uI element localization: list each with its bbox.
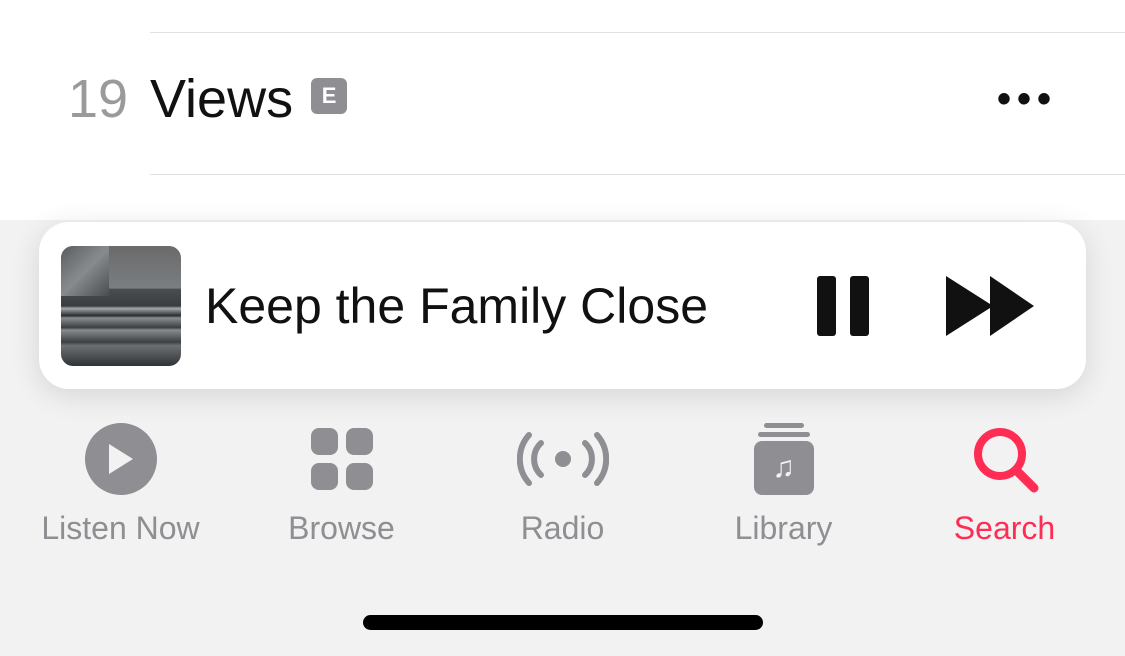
radio-waves-icon bbox=[517, 420, 609, 498]
play-circle-icon bbox=[85, 420, 157, 498]
library-icon: ♫ bbox=[754, 420, 814, 498]
now-playing-bar[interactable]: Keep the Family Close bbox=[39, 222, 1086, 389]
grid-icon bbox=[311, 420, 373, 498]
pause-button[interactable] bbox=[815, 276, 871, 336]
more-options-icon[interactable]: ••• bbox=[997, 79, 1057, 119]
tab-radio[interactable]: Radio bbox=[452, 420, 673, 547]
now-playing-title: Keep the Family Close bbox=[205, 277, 815, 335]
tab-label: Search bbox=[954, 510, 1055, 547]
search-icon bbox=[970, 420, 1040, 498]
tab-label: Listen Now bbox=[41, 510, 199, 547]
tab-label: Library bbox=[735, 510, 833, 547]
home-indicator[interactable] bbox=[363, 615, 763, 630]
track-title: Views bbox=[150, 68, 293, 130]
skip-forward-button[interactable] bbox=[946, 276, 1036, 336]
tab-browse[interactable]: Browse bbox=[231, 420, 452, 547]
tab-label: Radio bbox=[521, 510, 605, 547]
track-number: 19 bbox=[68, 68, 150, 130]
explicit-badge: E bbox=[311, 78, 347, 114]
divider bbox=[150, 32, 1125, 33]
divider bbox=[150, 174, 1125, 175]
tab-bar: Listen Now Browse Radio bbox=[0, 420, 1125, 547]
track-row[interactable]: 19 Views E ••• bbox=[0, 68, 1125, 130]
album-artwork bbox=[61, 246, 181, 366]
tab-library[interactable]: ♫ Library bbox=[673, 420, 894, 547]
tab-search[interactable]: Search bbox=[894, 420, 1115, 547]
tab-label: Browse bbox=[288, 510, 395, 547]
tab-listen-now[interactable]: Listen Now bbox=[10, 420, 231, 547]
